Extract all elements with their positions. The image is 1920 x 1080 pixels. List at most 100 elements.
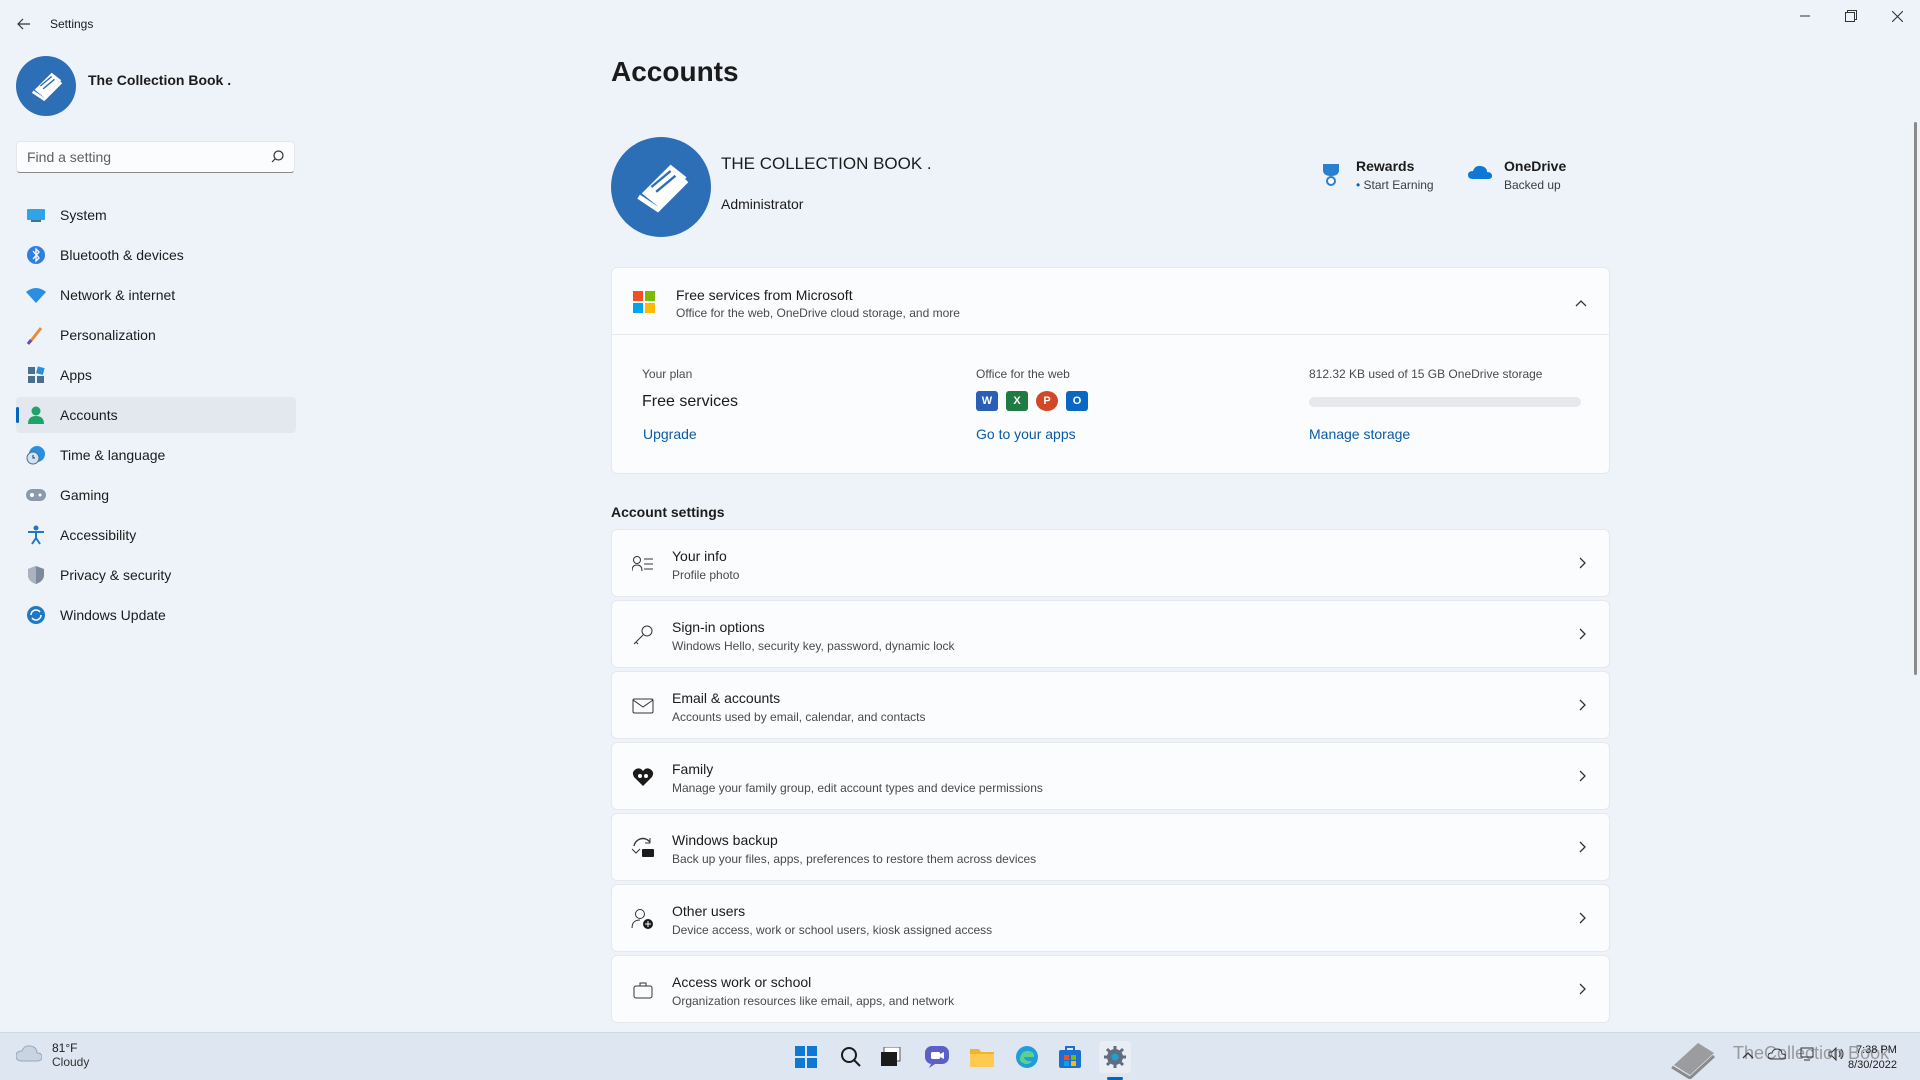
windows-logo-icon: [795, 1046, 817, 1068]
powerpoint-icon[interactable]: P: [1036, 391, 1058, 411]
minimize-icon: [1800, 15, 1810, 17]
go-to-apps-link[interactable]: Go to your apps: [976, 426, 1076, 442]
setting-row-your-info[interactable]: Your info Profile photo: [611, 529, 1610, 597]
setting-subtitle: Device access, work or school users, kio…: [672, 923, 993, 937]
sidebar-item-bluetooth[interactable]: Bluetooth & devices: [16, 237, 296, 273]
cloud-icon[interactable]: [1767, 1047, 1787, 1066]
setting-title: Email & accounts: [672, 690, 781, 706]
storage-progress-bar: [1309, 397, 1581, 407]
edge-button[interactable]: [1011, 1041, 1043, 1073]
trophy-icon: [1320, 162, 1342, 192]
volume-icon[interactable]: [1828, 1046, 1844, 1066]
folder-icon: [970, 1049, 994, 1067]
update-icon: [26, 605, 46, 625]
system-tray: [1742, 1046, 1844, 1066]
setting-title: Other users: [672, 903, 746, 919]
sidebar-item-system[interactable]: System: [16, 197, 296, 233]
search-input[interactable]: [17, 142, 257, 172]
plan-column: Your plan Free services: [642, 367, 738, 411]
sidebar-item-windows-update[interactable]: Windows Update: [16, 597, 296, 633]
chevron-up-icon[interactable]: [1742, 1047, 1754, 1066]
minimize-button[interactable]: [1782, 0, 1828, 32]
plan-label: Your plan: [642, 367, 693, 381]
sidebar-item-apps[interactable]: Apps: [16, 357, 296, 393]
setting-row-access-work-school[interactable]: Access work or school Organization resou…: [611, 955, 1610, 1023]
setting-subtitle: Accounts used by email, calendar, and co…: [672, 710, 926, 724]
sidebar-item-label: Gaming: [60, 487, 110, 503]
sidebar-item-label: Windows Update: [60, 607, 166, 623]
outlook-icon[interactable]: O: [1066, 391, 1088, 411]
setting-subtitle: Manage your family group, edit account t…: [672, 781, 1043, 795]
bluetooth-icon: [26, 245, 46, 265]
microsoft-services-title: Free services from Microsoft: [676, 287, 853, 303]
task-view-button[interactable]: [876, 1041, 908, 1073]
weather-desc: Cloudy: [52, 1055, 90, 1069]
sidebar-item-privacy[interactable]: Privacy & security: [16, 557, 296, 593]
sidebar-item-network[interactable]: Network & internet: [16, 277, 296, 313]
scrollbar[interactable]: [1914, 122, 1917, 675]
search-box[interactable]: [16, 141, 295, 173]
chat-icon: [925, 1046, 949, 1068]
sidebar-item-label: Privacy & security: [60, 567, 172, 583]
chevron-right-icon: [1579, 982, 1587, 1000]
store-button[interactable]: [1054, 1041, 1086, 1073]
teams-chat-button[interactable]: [921, 1041, 953, 1073]
office-apps: W X P O: [976, 391, 1088, 411]
setting-row-windows-backup[interactable]: Windows backup Back up your files, apps,…: [611, 813, 1610, 881]
book-icon: [637, 164, 689, 213]
chevron-up-icon[interactable]: [1575, 294, 1587, 312]
microsoft-logo-icon: [633, 291, 655, 313]
word-icon[interactable]: W: [976, 391, 998, 411]
heart-people-icon: [631, 765, 655, 789]
sidebar-item-gaming[interactable]: Gaming: [16, 477, 296, 513]
manage-storage-link[interactable]: Manage storage: [1309, 426, 1410, 442]
setting-subtitle: Profile photo: [672, 568, 740, 582]
restore-button[interactable]: [1828, 0, 1874, 32]
sidebar-item-accessibility[interactable]: Accessibility: [16, 517, 296, 553]
chevron-right-icon: [1579, 911, 1587, 929]
clock[interactable]: 7:38 PM 8/30/2022: [1848, 1043, 1897, 1073]
setting-row-sign-in-options[interactable]: Sign-in options Windows Hello, security …: [611, 600, 1610, 668]
microsoft-services-header[interactable]: Free services from Microsoft Office for …: [612, 268, 1609, 335]
close-icon: [1891, 10, 1903, 22]
setting-row-other-users[interactable]: Other users Device access, work or schoo…: [611, 884, 1610, 952]
plan-value: Free services: [642, 393, 739, 410]
upgrade-link[interactable]: Upgrade: [643, 426, 697, 442]
chevron-right-icon: [1579, 769, 1587, 787]
sidebar-item-accounts[interactable]: Accounts: [16, 397, 296, 433]
setting-row-email-accounts[interactable]: Email & accounts Accounts used by email,…: [611, 671, 1610, 739]
section-title: Account settings: [611, 504, 725, 520]
account-avatar[interactable]: [611, 137, 711, 237]
clock-time: 7:38 PM: [1855, 1044, 1897, 1056]
close-button[interactable]: [1874, 0, 1920, 32]
onedrive-status: Backed up: [1504, 178, 1561, 192]
back-button[interactable]: [12, 12, 36, 36]
setting-title: Sign-in options: [672, 619, 765, 635]
excel-icon[interactable]: X: [1006, 391, 1028, 411]
settings-taskbar-button[interactable]: [1099, 1041, 1131, 1073]
sidebar-item-time-language[interactable]: Time & language: [16, 437, 296, 473]
weather-widget[interactable]: 81°F Cloudy: [15, 1041, 90, 1069]
sidebar-item-personalization[interactable]: Personalization: [16, 317, 296, 353]
rewards-link[interactable]: Rewards • Start Earning: [1320, 158, 1434, 192]
shield-icon: [26, 565, 46, 585]
profile-avatar[interactable]: [16, 56, 76, 116]
setting-title: Family: [672, 761, 714, 777]
onedrive-link[interactable]: OneDrive Backed up: [1468, 158, 1566, 192]
display-icon[interactable]: [1800, 1047, 1814, 1066]
book-icon: [31, 72, 63, 102]
search-icon[interactable]: [271, 150, 284, 168]
setting-row-family[interactable]: Family Manage your family group, edit ac…: [611, 742, 1610, 810]
taskbar-search-button[interactable]: [835, 1041, 867, 1073]
rewards-title: Rewards: [1356, 158, 1415, 174]
office-column: Office for the web W X P O: [976, 367, 1088, 411]
rewards-subtitle: • Start Earning: [1356, 178, 1434, 192]
office-label: Office for the web: [976, 367, 1070, 381]
chevron-right-icon: [1579, 698, 1587, 716]
microsoft-services-subtitle: Office for the web, OneDrive cloud stora…: [676, 306, 960, 320]
start-button[interactable]: [790, 1041, 822, 1073]
account-role: Administrator: [721, 196, 804, 212]
file-explorer-button[interactable]: [966, 1041, 998, 1073]
accounts-icon: [26, 405, 46, 425]
mail-icon: [631, 694, 655, 718]
